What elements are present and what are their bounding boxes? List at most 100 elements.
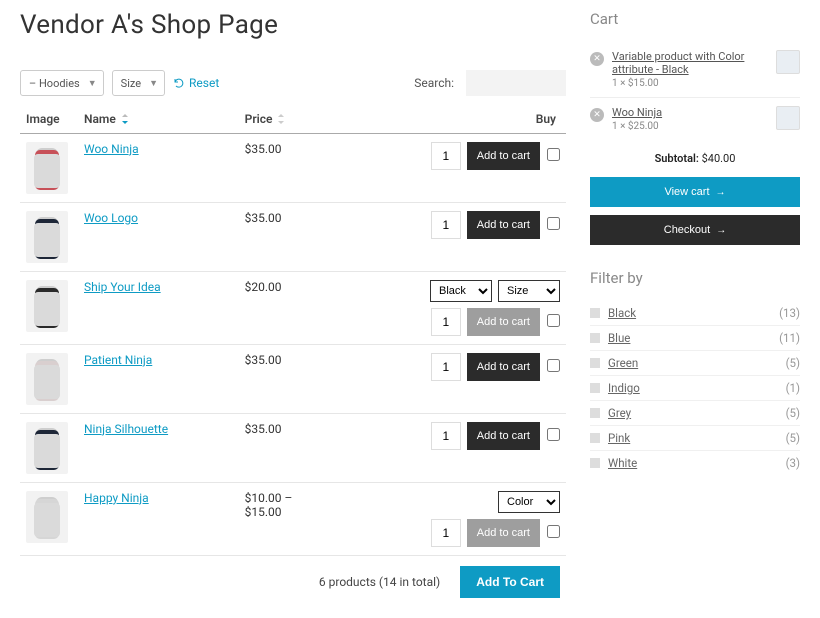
filter-item[interactable]: Green (5) — [590, 350, 800, 375]
product-thumbnail[interactable] — [26, 422, 68, 474]
checkbox-icon — [590, 433, 600, 443]
variant-select[interactable]: Size — [498, 280, 560, 302]
checkbox-icon — [590, 358, 600, 368]
select-row-checkbox[interactable] — [547, 148, 560, 161]
product-link[interactable]: Woo Logo — [84, 211, 138, 225]
cart-item-meta: 1 × $15.00 — [612, 78, 768, 89]
col-name[interactable]: Name — [78, 106, 239, 133]
cart-item-link[interactable]: Woo Ninja — [612, 106, 662, 119]
filter-by-heading: Filter by — [590, 269, 800, 287]
quantity-input[interactable] — [431, 422, 461, 450]
filter-item[interactable]: Black (13) — [590, 301, 800, 325]
sort-icon — [277, 113, 285, 127]
product-thumbnail[interactable] — [26, 142, 68, 194]
remove-item-icon[interactable]: ✕ — [590, 108, 604, 122]
product-link[interactable]: Happy Ninja — [84, 491, 149, 505]
add-to-cart-button[interactable]: Add to cart — [467, 422, 540, 450]
product-thumbnail[interactable] — [26, 280, 68, 332]
sort-icon — [121, 113, 129, 127]
undo-icon — [173, 77, 185, 89]
product-price: $35.00 — [239, 413, 329, 482]
filter-list: Black (13) Blue (11) Green (5) Indigo (1) Grey (5… — [590, 301, 800, 475]
table-row: Woo Ninja$35.00Add to cart — [20, 133, 566, 202]
table-row: Happy Ninja $10.00 – $15.00 Color Add to ca… — [20, 482, 566, 555]
cart-item-link[interactable]: Variable product with Color attribute - … — [612, 50, 744, 76]
filter-link[interactable]: Indigo — [608, 381, 640, 395]
search-input[interactable] — [466, 70, 566, 96]
checkbox-icon — [590, 308, 600, 318]
product-link[interactable]: Patient Ninja — [84, 353, 152, 367]
product-price: $10.00 – $15.00 — [239, 482, 329, 555]
cart-item-thumbnail — [776, 50, 800, 74]
select-row-checkbox[interactable] — [547, 525, 560, 538]
checkbox-icon — [590, 408, 600, 418]
table-row: Ninja Silhouette $35.00 Add to cart — [20, 413, 566, 482]
filter-count: (3) — [786, 456, 800, 470]
checkbox-icon — [590, 383, 600, 393]
add-to-cart-button[interactable]: Add to cart — [467, 519, 540, 547]
quantity-input[interactable] — [431, 519, 461, 547]
chevron-down-icon: ▼ — [149, 78, 158, 89]
checkout-button[interactable]: Checkout→ — [590, 215, 800, 245]
product-price: $35.00 — [239, 202, 329, 271]
cart-item-thumbnail — [776, 106, 800, 130]
product-price: $35.00 — [239, 344, 329, 413]
reset-button[interactable]: Reset — [173, 76, 219, 90]
product-link[interactable]: Ship Your Idea — [84, 280, 161, 294]
filter-link[interactable]: Pink — [608, 431, 630, 445]
size-dropdown-value: Size — [121, 77, 141, 90]
product-link[interactable]: Woo Ninja — [84, 142, 139, 156]
cart-item-meta: 1 × $25.00 — [612, 121, 768, 132]
add-to-cart-button[interactable]: Add to cart — [467, 142, 540, 170]
filter-item[interactable]: Pink (5) — [590, 425, 800, 450]
products-summary: 6 products (14 in total) — [319, 575, 440, 589]
reset-label: Reset — [189, 76, 219, 90]
filter-item[interactable]: White (3) — [590, 450, 800, 475]
select-row-checkbox[interactable] — [547, 314, 560, 327]
filter-link[interactable]: Black — [608, 306, 636, 320]
product-thumbnail[interactable] — [26, 353, 68, 405]
variant-select[interactable]: Black — [430, 280, 492, 302]
add-to-cart-button[interactable]: Add to cart — [467, 308, 540, 336]
filter-count: (11) — [779, 331, 800, 345]
filter-link[interactable]: Grey — [608, 406, 631, 420]
size-dropdown[interactable]: Size ▼ — [112, 70, 165, 96]
filter-count: (5) — [786, 406, 800, 420]
add-to-cart-button[interactable]: Add to cart — [467, 353, 540, 381]
filter-link[interactable]: White — [608, 456, 637, 470]
category-dropdown[interactable]: – Hoodies ▼ — [20, 70, 104, 96]
product-thumbnail[interactable] — [26, 491, 68, 543]
filter-link[interactable]: Blue — [608, 331, 630, 345]
remove-item-icon[interactable]: ✕ — [590, 52, 604, 66]
col-price[interactable]: Price — [239, 106, 329, 133]
add-all-to-cart-button[interactable]: Add To Cart — [460, 566, 560, 598]
product-thumbnail[interactable] — [26, 211, 68, 263]
cart-subtotal: Subtotal: $40.00 — [590, 152, 800, 165]
filter-count: (5) — [786, 431, 800, 445]
filter-link[interactable]: Green — [608, 356, 638, 370]
select-row-checkbox[interactable] — [547, 428, 560, 441]
cart-heading: Cart — [590, 10, 800, 28]
page-title: Vendor A's Shop Page — [20, 10, 566, 40]
arrow-right-icon: → — [716, 187, 726, 198]
filter-count: (5) — [786, 356, 800, 370]
filter-count: (1) — [786, 381, 800, 395]
select-row-checkbox[interactable] — [547, 217, 560, 230]
view-cart-button[interactable]: View cart→ — [590, 177, 800, 207]
table-row: Woo Logo $35.00 Add to cart — [20, 202, 566, 271]
product-link[interactable]: Ninja Silhouette — [84, 422, 168, 436]
quantity-input[interactable] — [431, 308, 461, 336]
col-image[interactable]: Image — [20, 106, 78, 133]
quantity-input[interactable] — [431, 211, 461, 239]
quantity-input[interactable] — [431, 142, 461, 170]
table-row: Patient Ninja $35.00 Add to cart — [20, 344, 566, 413]
filter-item[interactable]: Grey (5) — [590, 400, 800, 425]
checkbox-icon — [590, 333, 600, 343]
filter-item[interactable]: Blue (11) — [590, 325, 800, 350]
filter-count: (13) — [779, 306, 800, 320]
add-to-cart-button[interactable]: Add to cart — [467, 211, 540, 239]
variant-select[interactable]: Color — [498, 491, 560, 513]
quantity-input[interactable] — [431, 353, 461, 381]
select-row-checkbox[interactable] — [547, 359, 560, 372]
filter-item[interactable]: Indigo (1) — [590, 375, 800, 400]
